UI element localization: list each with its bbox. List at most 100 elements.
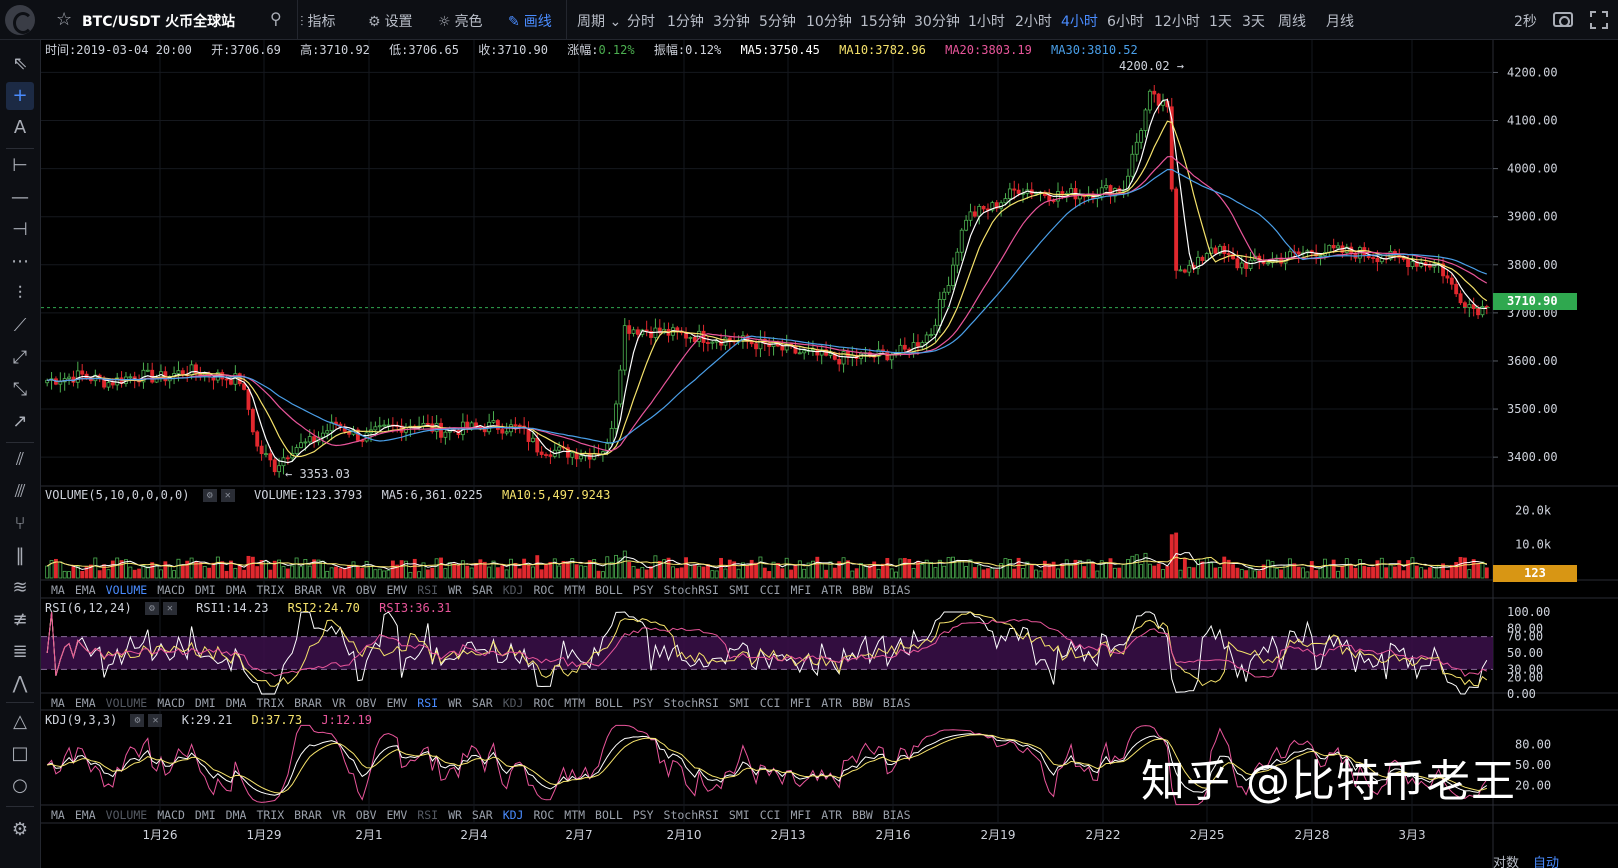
indicator-tab-cci[interactable]: CCI [760, 583, 781, 597]
indicator-tab-boll[interactable]: BOLL [595, 583, 623, 597]
arrow-line-icon[interactable]: ↗ [6, 408, 34, 436]
indicator-tab-dmi[interactable]: DMI [195, 583, 216, 597]
price-line-icon[interactable]: ⋯ [6, 248, 34, 276]
indicator-tab-wr[interactable]: WR [448, 696, 462, 710]
indicator-tab-macd[interactable]: MACD [157, 808, 185, 822]
indicator-tab-brar[interactable]: BRAR [294, 808, 322, 822]
period-dropdown[interactable]: 周期 ⌄ [577, 11, 621, 31]
price-channel-icon[interactable]: ⫻ [6, 478, 34, 506]
indicator-tab-roc[interactable]: ROC [533, 808, 554, 822]
indicator-tab-emv[interactable]: EMV [387, 583, 408, 597]
period-tab-9[interactable]: 4小时 [1061, 11, 1098, 31]
indicator-tab-boll[interactable]: BOLL [595, 808, 623, 822]
indicator-tab-cci[interactable]: CCI [760, 808, 781, 822]
gear-icon[interactable]: ⚙ [202, 489, 217, 502]
period-tab-12[interactable]: 1天 [1209, 11, 1232, 31]
horizontal-ray-icon[interactable]: ⊣ [6, 216, 34, 244]
indicator-tab-mtm[interactable]: MTM [564, 696, 585, 710]
indicator-button[interactable]: ⫶ 指标 [300, 11, 336, 31]
log-scale-button[interactable]: 对数 [1493, 856, 1519, 868]
indicator-tab-emv[interactable]: EMV [387, 808, 408, 822]
horizontal-line-icon[interactable]: — [6, 184, 34, 212]
text-tool-icon[interactable]: A [6, 114, 34, 142]
period-tab-3[interactable]: 5分钟 [759, 11, 796, 31]
circle-icon[interactable]: ○ [6, 772, 34, 800]
period-tab-6[interactable]: 30分钟 [914, 11, 960, 31]
indicator-tab-wr[interactable]: WR [448, 808, 462, 822]
settings-button[interactable]: ⚙ 设置 [368, 11, 413, 31]
indicator-tab-macd[interactable]: MACD [157, 696, 185, 710]
indicator-tab-smi[interactable]: SMI [729, 808, 750, 822]
indicator-tab-ma[interactable]: MA [51, 808, 65, 822]
indicator-tab-atr[interactable]: ATR [821, 808, 842, 822]
period-tab-1[interactable]: 1分钟 [667, 11, 704, 31]
indicator-tab-trix[interactable]: TRIX [256, 583, 284, 597]
indicator-tab-smi[interactable]: SMI [729, 696, 750, 710]
crosshair-icon[interactable]: + [6, 82, 34, 110]
indicator-tab-obv[interactable]: OBV [356, 808, 377, 822]
rectangle-icon[interactable]: □ [6, 740, 34, 768]
indicator-tab-sar[interactable]: SAR [472, 808, 493, 822]
indicator-tab-psy[interactable]: PSY [633, 696, 654, 710]
indicator-tab-bbw[interactable]: BBW [852, 583, 873, 597]
indicator-tab-bias[interactable]: BIAS [883, 583, 911, 597]
indicator-tab-obv[interactable]: OBV [356, 696, 377, 710]
indicator-tab-sar[interactable]: SAR [472, 583, 493, 597]
indicator-tab-kdj[interactable]: KDJ [503, 583, 524, 597]
period-tab-8[interactable]: 2小时 [1015, 11, 1052, 31]
indicator-tab-dma[interactable]: DMA [226, 808, 247, 822]
indicator-tab-kdj[interactable]: KDJ [503, 696, 524, 710]
kline-chart[interactable]: 4200.004100.004000.003900.003800.003700.… [41, 40, 1618, 868]
indicator-tab-trix[interactable]: TRIX [256, 808, 284, 822]
indicator-tab-sar[interactable]: SAR [472, 696, 493, 710]
fibonacci-time-icon[interactable]: ‖ [6, 542, 34, 570]
gear-icon[interactable]: ⚙ [144, 602, 159, 615]
indicator-tab-roc[interactable]: ROC [533, 583, 554, 597]
magnet-settings-icon[interactable]: ⚙ [6, 816, 34, 844]
indicator-tab-bbw[interactable]: BBW [852, 696, 873, 710]
parallel-channel-icon[interactable]: ⫽ [6, 446, 34, 474]
indicator-tab-atr[interactable]: ATR [821, 696, 842, 710]
triangle-icon[interactable]: △ [6, 708, 34, 736]
period-tab-11[interactable]: 12小时 [1154, 11, 1200, 31]
period-tab-0[interactable]: 分时 [627, 11, 655, 31]
indicator-tab-volume[interactable]: VOLUME [106, 583, 148, 597]
close-icon[interactable]: ✕ [162, 602, 177, 615]
vertical-line-icon[interactable]: ⫶ [6, 280, 34, 308]
indicator-tab-vr[interactable]: VR [332, 808, 346, 822]
chart-area[interactable]: 4200.00 4100.00 4000.00 3900.00 3800.00 3700.… [41, 40, 1618, 868]
period-tab-15[interactable]: 月线 [1326, 11, 1354, 31]
indicator-tab-bias[interactable]: BIAS [883, 808, 911, 822]
indicator-tab-stochrsi[interactable]: StochRSI [664, 583, 719, 597]
indicator-tab-atr[interactable]: ATR [821, 583, 842, 597]
period-tab-4[interactable]: 10分钟 [806, 11, 852, 31]
indicator-tab-ema[interactable]: EMA [75, 583, 96, 597]
indicator-tab-psy[interactable]: PSY [633, 808, 654, 822]
indicator-tab-rsi[interactable]: RSI [417, 696, 438, 710]
indicator-tab-trix[interactable]: TRIX [256, 696, 284, 710]
fibonacci-retracement-icon[interactable]: ≋ [6, 574, 34, 602]
indicator-tab-mfi[interactable]: MFI [790, 808, 811, 822]
indicator-tab-dma[interactable]: DMA [226, 583, 247, 597]
speed-arc-icon[interactable]: ≣ [6, 638, 34, 666]
indicator-tab-dmi[interactable]: DMI [195, 808, 216, 822]
close-icon[interactable]: ✕ [220, 489, 235, 502]
trend-line-icon[interactable]: ⟋ [6, 312, 34, 340]
favorite-star-icon[interactable]: ☆ [56, 9, 72, 30]
period-tab-5[interactable]: 15分钟 [860, 11, 906, 31]
indicator-tab-boll[interactable]: BOLL [595, 696, 623, 710]
indicator-tab-vr[interactable]: VR [332, 696, 346, 710]
ray-line-icon[interactable]: ⤢ [6, 344, 34, 372]
indicator-tab-bias[interactable]: BIAS [883, 696, 911, 710]
theme-button[interactable]: ☼ 亮色 [438, 11, 483, 31]
indicator-tab-vr[interactable]: VR [332, 583, 346, 597]
horizontal-segment-icon[interactable]: ⊢ [6, 152, 34, 180]
indicator-tab-mtm[interactable]: MTM [564, 808, 585, 822]
indicator-tab-stochrsi[interactable]: StochRSI [664, 808, 719, 822]
period-tab-7[interactable]: 1小时 [968, 11, 1005, 31]
indicator-tab-cci[interactable]: CCI [760, 696, 781, 710]
symbol-selector[interactable]: ☆ BTC/USDT 火币全球站 ⚲ [40, 0, 298, 40]
indicator-tab-volume[interactable]: VOLUME [106, 808, 148, 822]
indicator-tab-ema[interactable]: EMA [75, 808, 96, 822]
indicator-tab-dma[interactable]: DMA [226, 696, 247, 710]
